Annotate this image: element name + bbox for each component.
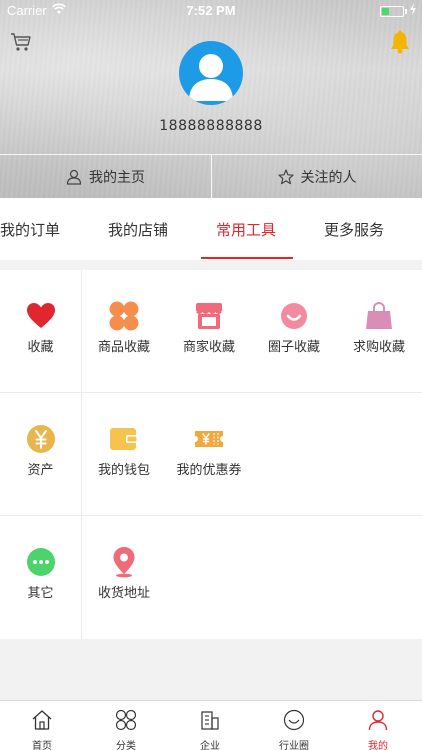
tool-label: 求购收藏: [352, 340, 405, 355]
profile-links: 我的主页 关注的人: [0, 154, 422, 199]
tab-label: 我的店铺: [107, 220, 168, 239]
nav-label: 分类: [116, 741, 136, 750]
tool-shipping-address[interactable]: 收货地址: [83, 516, 165, 639]
tab-common-tools[interactable]: 常用工具: [212, 198, 280, 260]
status-bar: Carrier 7:52 PM: [0, 0, 422, 22]
tools-row: 收藏 商品收藏 商家收藏 圈子收藏 求购收藏: [0, 270, 422, 393]
user-outline-icon: [66, 169, 82, 185]
smile-icon: [281, 303, 307, 329]
tool-favorites[interactable]: 收藏: [0, 270, 82, 393]
section-tabs: 我的订单 我的店铺 常用工具 更多服务: [0, 198, 422, 260]
tab-my-orders[interactable]: 我的订单: [0, 198, 64, 260]
wallet-icon: [110, 428, 138, 450]
tab-label: 我的订单: [0, 220, 60, 239]
nav-label: 首页: [32, 741, 52, 750]
nav-label: 企业: [200, 741, 220, 750]
tools-row: 其它 收货地址: [0, 516, 422, 639]
tool-my-coupons[interactable]: 我的优惠券: [168, 393, 250, 516]
tool-label: 我的优惠券: [176, 463, 242, 478]
tools-grid: 收藏 商品收藏 商家收藏 圈子收藏 求购收藏 资产 我的钱包 我的优惠券 其它 …: [0, 270, 422, 639]
coupon-icon: [195, 431, 223, 447]
tool-purchase-favorites[interactable]: 求购收藏: [338, 270, 420, 393]
star-outline-icon: [277, 169, 294, 185]
battery-tip: [405, 9, 407, 14]
user-phone: 18888888888: [159, 118, 263, 134]
battery-icon: [380, 6, 404, 17]
tool-goods-favorites[interactable]: 商品收藏: [83, 270, 165, 393]
category-icon: [115, 709, 137, 731]
tab-more-services[interactable]: 更多服务: [320, 198, 388, 260]
nav-industry-circle[interactable]: 行业圈: [252, 701, 336, 750]
person-icon: [368, 710, 388, 731]
active-tab-indicator: [201, 257, 293, 259]
heart-icon: [26, 303, 55, 328]
bell-icon[interactable]: [389, 30, 411, 54]
profile-header: Carrier 7:52 PM 18888888888 我的主页 关注的人: [0, 0, 422, 199]
shop-icon: [196, 303, 222, 329]
charging-icon: [410, 3, 416, 15]
following-label: 关注的人: [300, 170, 357, 186]
avatar-silhouette: [189, 54, 233, 101]
tab-my-store[interactable]: 我的店铺: [104, 198, 172, 260]
my-homepage-label: 我的主页: [89, 170, 145, 186]
nav-label: 我的: [368, 741, 388, 750]
tab-label: 常用工具: [215, 220, 276, 239]
yuan-coin-icon: [26, 425, 55, 453]
battery-fill: [382, 8, 389, 15]
nav-enterprise[interactable]: 企业: [168, 701, 252, 750]
tool-label: 收货地址: [97, 586, 150, 601]
tool-assets[interactable]: 资产: [0, 393, 82, 516]
tab-label: 更多服务: [323, 220, 384, 239]
nav-mine[interactable]: 我的: [336, 701, 420, 750]
nav-category[interactable]: 分类: [84, 701, 168, 750]
user-avatar-icon[interactable]: [179, 41, 243, 105]
tool-other[interactable]: 其它: [0, 516, 82, 639]
following-link[interactable]: 关注的人: [211, 155, 422, 199]
location-pin-icon: [113, 547, 135, 578]
nav-label: 行业圈: [279, 741, 309, 750]
tools-row: 资产 我的钱包 我的优惠券: [0, 393, 422, 516]
bottom-tab-bar: 首页 分类 企业 行业圈 我的: [0, 700, 422, 750]
status-time: 7:52 PM: [186, 3, 236, 18]
tool-my-wallet[interactable]: 我的钱包: [83, 393, 165, 516]
tool-circle-favorites[interactable]: 圈子收藏: [253, 270, 335, 393]
cart-icon[interactable]: [10, 32, 32, 52]
nav-home[interactable]: 首页: [0, 701, 84, 750]
tool-merchant-favorites[interactable]: 商家收藏: [168, 270, 250, 393]
more-dots-icon: [26, 548, 55, 576]
clover-icon: [109, 301, 139, 331]
my-homepage-link[interactable]: 我的主页: [0, 155, 211, 199]
bag-icon: [366, 302, 392, 329]
building-icon: [201, 711, 219, 730]
circle-icon: [283, 709, 305, 731]
home-icon: [32, 710, 52, 730]
